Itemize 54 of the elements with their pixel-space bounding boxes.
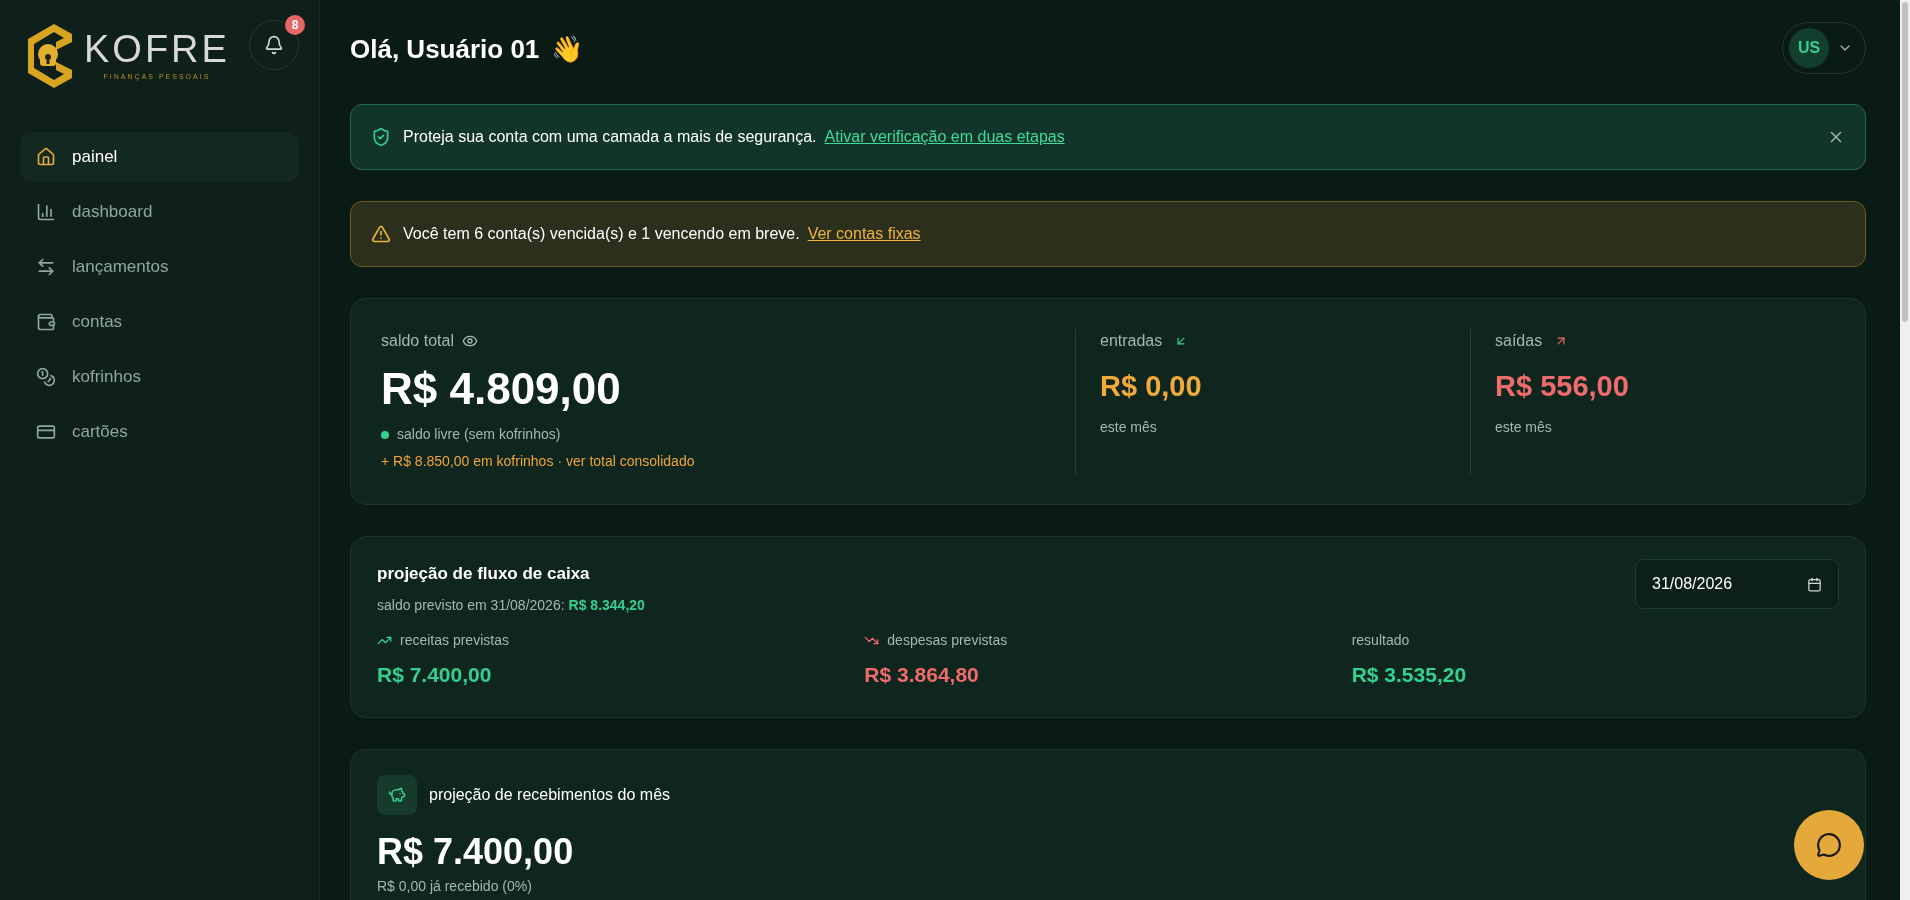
sidebar-item[interactable]: dashboard [20, 187, 299, 237]
notification-count: 8 [285, 15, 305, 35]
savings-total: + R$ 8.850,00 em kofrinhos [381, 452, 554, 471]
balance-note: saldo livre (sem kofrinhos) [397, 425, 561, 444]
banner-text: Você tem 6 conta(s) vencida(s) e 1 vencendo em breve. [403, 224, 800, 244]
sidebar-item[interactable]: cartões [20, 407, 299, 457]
projection-label: resultado [1351, 630, 1410, 650]
user-avatar: US [1789, 28, 1829, 68]
banner-link[interactable]: Ativar verificação em duas etapas [824, 125, 1065, 149]
balance-label: saldo total [381, 331, 454, 351]
chat-icon [1816, 832, 1842, 858]
greeting-title: Olá, Usuário 01 [350, 32, 540, 66]
scrollbar-thumb[interactable] [1902, 2, 1908, 322]
sidebar-item[interactable]: lançamentos [20, 242, 299, 292]
wave-emoji: 👋 [551, 32, 584, 66]
banner-link[interactable]: Ver contas fixas [807, 222, 921, 246]
balance-value: R$ 4.809,00 [381, 363, 622, 415]
receipts-title: projeção de recebimentos do mês [429, 785, 671, 805]
projection-label: despesas previstas [887, 630, 1008, 650]
sidebar-item[interactable]: contas [20, 297, 299, 347]
cashflow-forecast: R$ 8.344,20 [568, 595, 645, 615]
receipts-note: R$ 0,00 já recebido (0%) [377, 877, 532, 896]
projection-value: R$ 3.864,80 [864, 661, 980, 688]
sidebar-item[interactable]: kofrinhos [20, 352, 299, 402]
wallet-icon [36, 312, 56, 332]
piggy-bank-icon [377, 775, 417, 815]
stat-period: este mês [1100, 417, 1158, 437]
shield-icon [371, 127, 391, 147]
consolidated-link[interactable]: ver total consolidado [566, 451, 695, 472]
cashflow-subtitle: saldo previsto em 31/08/2026: [377, 595, 565, 615]
stat-label: saídas [1495, 331, 1543, 351]
date-field[interactable]: 31/08/2026 [1635, 559, 1839, 609]
stat-label: entradas [1100, 331, 1163, 351]
banner-text: Proteja sua conta com uma camada a mais de segurança. [403, 127, 817, 147]
brand-name: KOFRE [84, 29, 230, 68]
warning-icon [371, 224, 391, 244]
stat-period: este mês [1495, 417, 1553, 437]
projection-label: receitas previstas [400, 630, 509, 650]
eye-icon[interactable] [461, 333, 478, 349]
arrows-icon [36, 257, 56, 277]
card-icon [36, 422, 56, 442]
home-icon [36, 147, 56, 167]
receipts-value: R$ 7.400,00 [377, 830, 574, 874]
cashflow-title: projeção de fluxo de caixa [377, 563, 591, 585]
stat-value: R$ 556,00 [1495, 369, 1630, 404]
stat-value: R$ 0,00 [1100, 369, 1203, 404]
coins-icon [36, 367, 56, 387]
bar-chart-icon [36, 202, 56, 222]
projection-value: R$ 3.535,20 [1351, 661, 1468, 688]
separator-dot: · [557, 452, 563, 471]
bell-icon [264, 35, 284, 55]
sidebar-item[interactable]: painel [20, 132, 299, 182]
projection-value: R$ 7.400,00 [377, 661, 493, 688]
calendar-icon [1807, 576, 1822, 592]
